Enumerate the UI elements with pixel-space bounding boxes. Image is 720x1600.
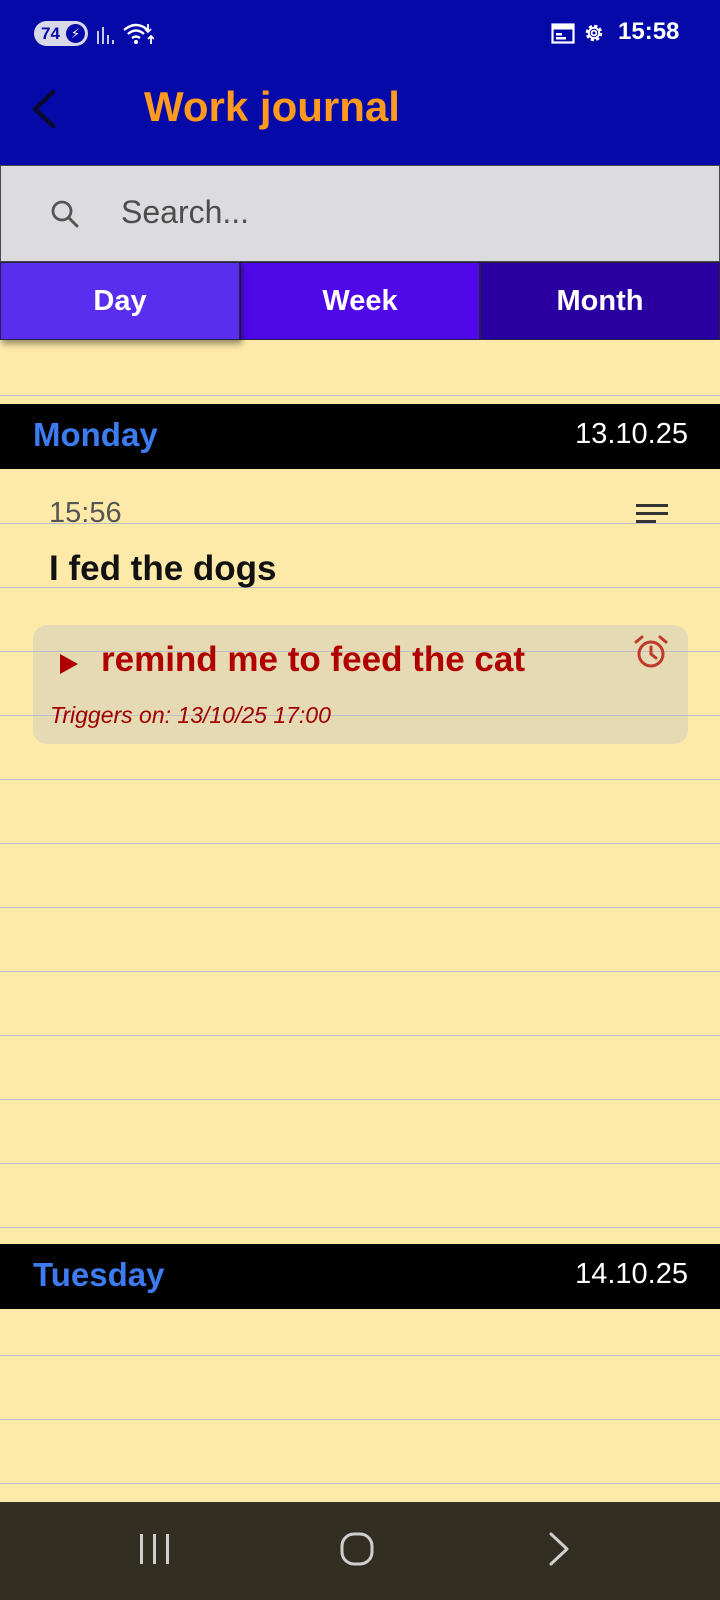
day-date: 14.10.25 — [575, 1258, 688, 1290]
calendar-icon — [551, 23, 575, 44]
home-icon[interactable] — [340, 1532, 374, 1566]
battery-level: 74 — [41, 24, 60, 43]
battery-indicator: 74 ⚡ — [34, 21, 88, 46]
reminder-trigger-time: Triggers on: 13/10/25 17:00 — [50, 702, 331, 728]
day-header-monday: Monday 13.10.25 — [0, 404, 720, 469]
day-name: Monday — [33, 416, 158, 453]
wifi-icon — [123, 23, 154, 44]
day-name: Tuesday — [33, 1256, 165, 1293]
tab-month[interactable]: Month — [480, 262, 720, 340]
view-tabs: Day Week Month — [0, 262, 720, 340]
status-bar: 74 ⚡ 15:58 — [0, 0, 720, 66]
search-input[interactable] — [121, 186, 681, 238]
system-nav-bar — [0, 1502, 720, 1600]
status-time: 15:58 — [618, 18, 680, 45]
search-bar — [0, 165, 720, 262]
menu-icon[interactable] — [636, 503, 668, 525]
nav-back-icon[interactable] — [547, 1532, 571, 1566]
signal-icon — [97, 27, 114, 44]
reminder-text: remind me to feed the cat — [101, 640, 525, 679]
alarm-clock-icon — [634, 635, 668, 668]
page-title: Work journal — [144, 83, 400, 130]
entry-text[interactable]: I fed the dogs — [49, 549, 277, 589]
day-date: 13.10.25 — [575, 418, 688, 450]
tab-day[interactable]: Day — [0, 262, 240, 340]
search-icon — [51, 200, 79, 228]
reminder-card[interactable]: remind me to feed the cat Triggers on: 1… — [33, 625, 688, 744]
recents-icon[interactable] — [138, 1533, 172, 1565]
entry-time: 15:56 — [49, 497, 122, 529]
bolt-icon: ⚡ — [66, 24, 85, 43]
settings-icon — [585, 24, 603, 42]
day-header-tuesday: Tuesday 14.10.25 — [0, 1244, 720, 1309]
back-arrow-icon[interactable] — [26, 84, 64, 134]
app-header: 74 ⚡ 15:58 Work journal — [0, 0, 720, 166]
play-arrow-icon[interactable] — [60, 654, 78, 674]
tab-week[interactable]: Week — [240, 262, 480, 340]
